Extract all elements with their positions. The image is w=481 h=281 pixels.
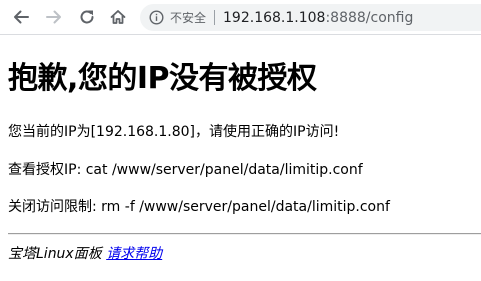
ip-message: 您当前的IP为[192.168.1.80]，请使用正确的IP访问! xyxy=(8,124,340,140)
security-label[interactable]: 不安全 xyxy=(170,9,206,26)
url-host[interactable]: 192.168.1.108 xyxy=(223,10,325,26)
back-arrow-icon[interactable] xyxy=(11,7,31,27)
close-limit-instruction: 关闭访问限制: rm -f /www/server/panel/data/lim… xyxy=(8,199,390,215)
browser-toolbar: 不安全 192.168.1.108:8888/config xyxy=(0,0,481,35)
footer-brand: 宝塔Linux面板 xyxy=(8,246,102,262)
address-bar[interactable]: 不安全 192.168.1.108:8888/config xyxy=(140,4,481,31)
footer: 宝塔Linux面板 请求帮助 xyxy=(8,245,162,263)
home-icon[interactable] xyxy=(108,7,128,27)
page-title: 抱歉,您的IP没有被授权 xyxy=(8,61,317,96)
info-icon[interactable] xyxy=(149,10,164,25)
divider xyxy=(8,233,481,235)
help-link[interactable]: 请求帮助 xyxy=(106,246,162,262)
url-path[interactable]: :8888/config xyxy=(325,10,413,26)
forward-arrow-icon[interactable] xyxy=(44,7,64,27)
view-auth-instruction: 查看授权IP: cat /www/server/panel/data/limit… xyxy=(8,162,363,178)
omnibox-divider xyxy=(214,10,216,25)
reload-icon[interactable] xyxy=(77,7,97,27)
